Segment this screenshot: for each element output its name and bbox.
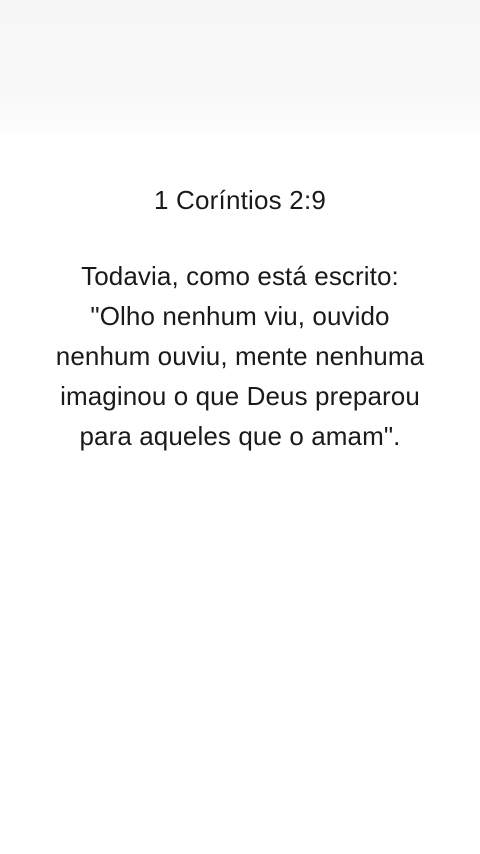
verse-line: Todavia, como está escrito: bbox=[81, 261, 399, 291]
verse-text: Todavia, como está escrito: "Olho nenhum… bbox=[25, 256, 455, 456]
verse-line: imaginou o que Deus preparou bbox=[60, 381, 420, 411]
verse-card: 1 Coríntios 2:9 Todavia, como está escri… bbox=[0, 178, 480, 456]
verse-line: "Olho nenhum viu, ouvido bbox=[90, 301, 390, 331]
top-gradient bbox=[0, 0, 480, 135]
bible-reference: 1 Coríntios 2:9 bbox=[153, 185, 327, 215]
verse-line: para aqueles que o amam". bbox=[79, 421, 401, 451]
story-screen: 1 Coríntios 2:9 Todavia, como está escri… bbox=[0, 0, 480, 854]
verse-line: nenhum ouviu, mente nenhuma bbox=[55, 341, 425, 371]
